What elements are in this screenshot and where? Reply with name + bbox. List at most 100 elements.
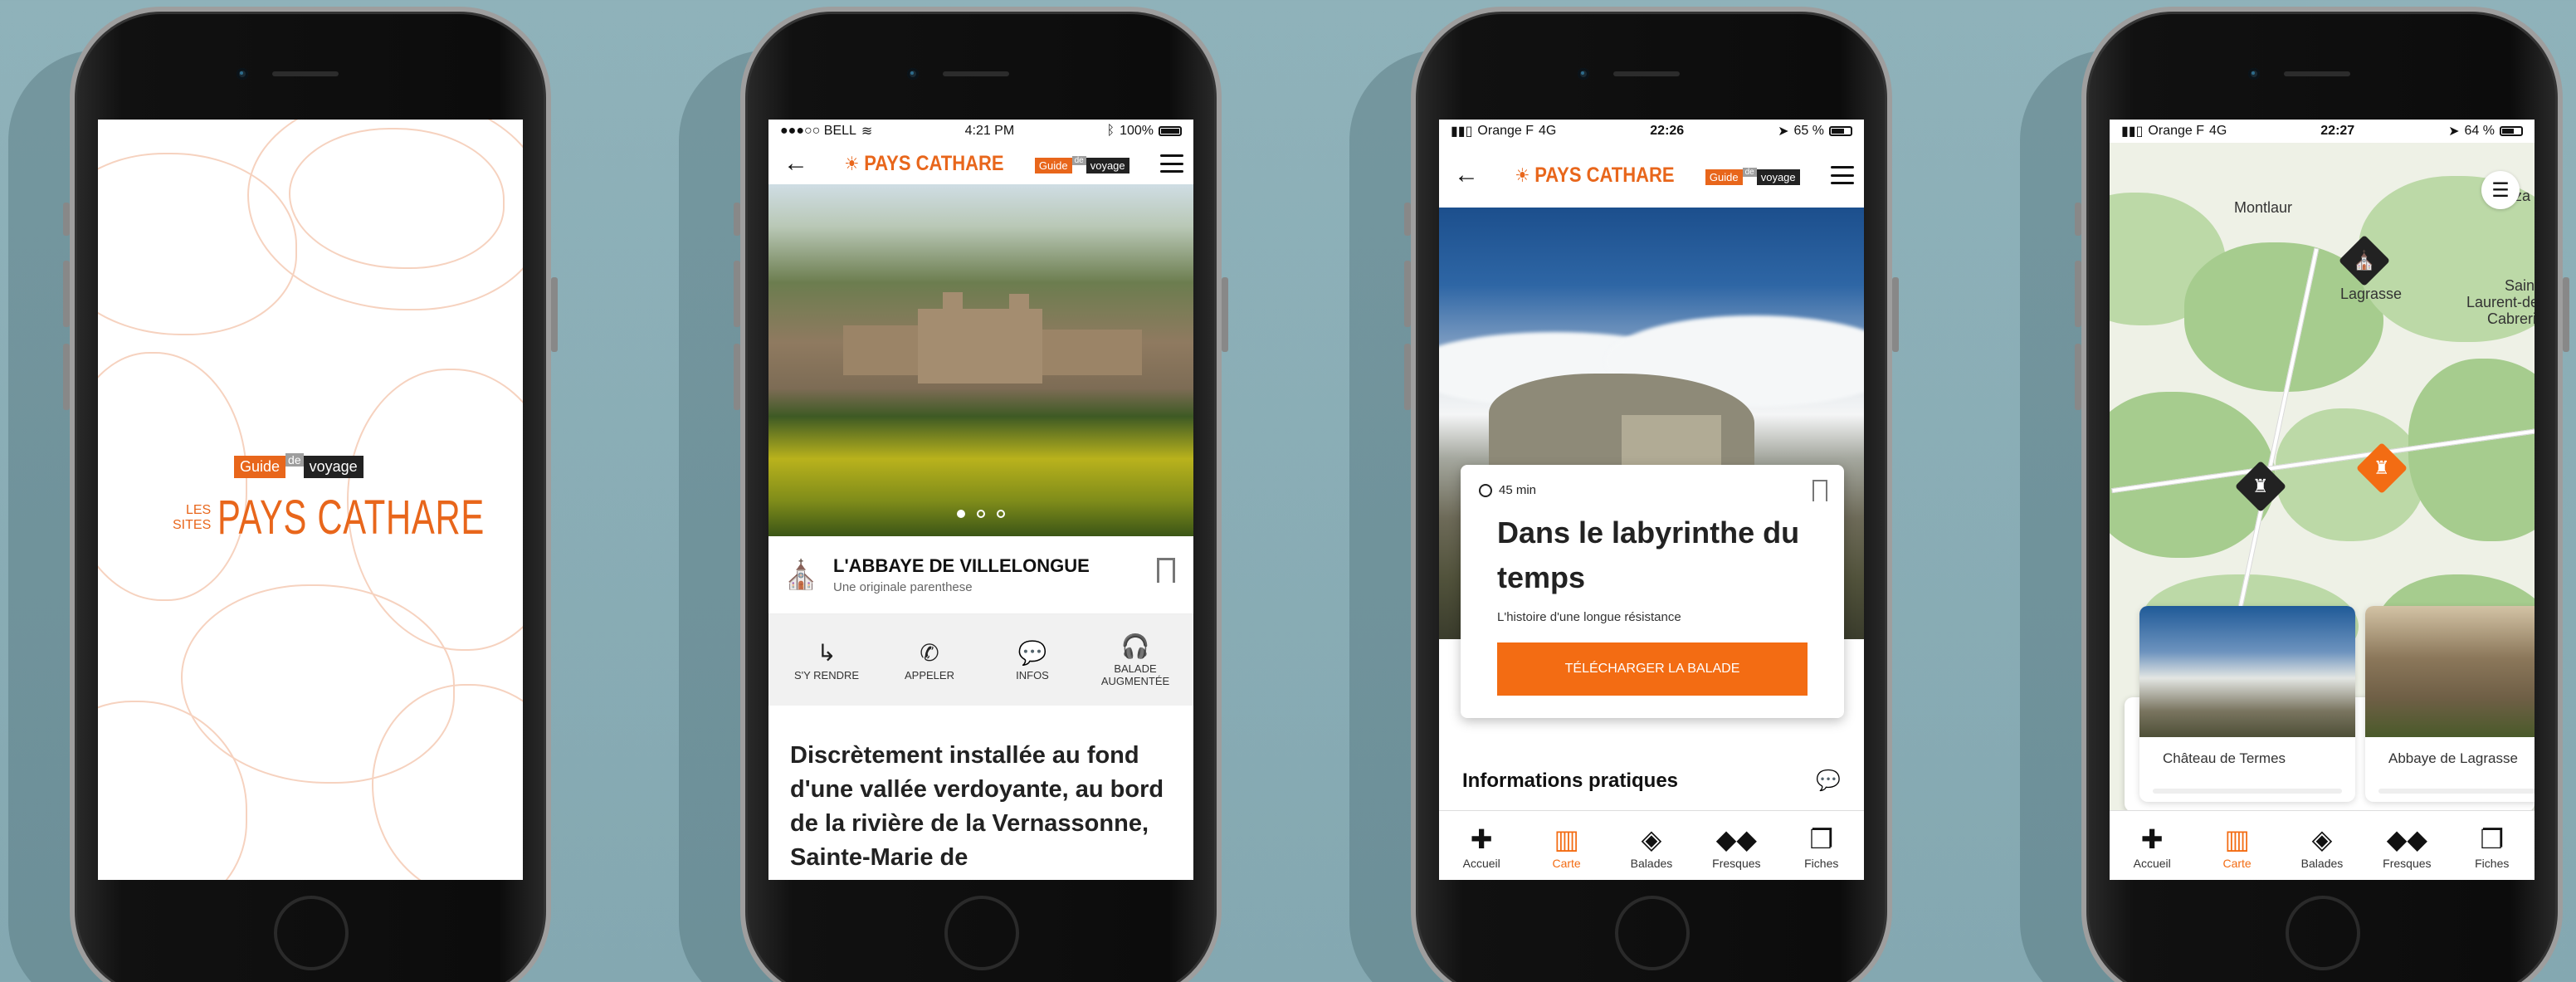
- walk-detail-screen: ▮▮▯ Orange F 4G 22:26 ➤ 65 % ← ☀ PAYS CA…: [1439, 120, 1864, 880]
- badge-voyage: voyage: [303, 456, 363, 478]
- tab-label: Accueil: [1462, 856, 1500, 870]
- article-text: Discrètement installée au fond d'une val…: [790, 742, 1164, 871]
- tab-carte[interactable]: ▥ Carte: [1530, 822, 1604, 870]
- badge-de: de: [1742, 168, 1757, 177]
- logo-sites: SITES: [173, 517, 212, 532]
- info-section-header: Informations pratiques 💬: [1462, 769, 1841, 793]
- cross-icon: ✚: [1470, 823, 1493, 854]
- status-bar: ●●●○○ BELL ≋ 4:21 PM ᛒ 100%: [768, 120, 1193, 143]
- tab-accueil[interactable]: ✚ Accueil: [2115, 822, 2189, 870]
- header-logo-title: PAYS CATHARE: [1534, 163, 1675, 187]
- network-label: 4G: [1539, 124, 1557, 138]
- home-button[interactable]: [944, 896, 1019, 970]
- tab-accueil[interactable]: ✚ Accueil: [1444, 822, 1519, 870]
- header-logo[interactable]: ☀ PAYS CATHARE: [1515, 163, 1674, 188]
- phone-icon: ✆: [920, 639, 939, 666]
- places-carousel[interactable]: Château de Termes Abbaye de Lagrasse: [2125, 606, 2535, 810]
- town-label: Lagrasse: [2340, 286, 2403, 302]
- wifi-icon: ≋: [861, 125, 873, 139]
- tab-balades[interactable]: ◈ Balades: [1614, 822, 1689, 870]
- bottom-tab-bar: ✚ Accueil ▥ Carte ◈ Balades ◆◆ Fresques ❐ Fic…: [1439, 810, 1864, 880]
- top-navbar: ← ☀ PAYS CATHARE Guide de voyage: [1439, 143, 1864, 208]
- brand-logo: Guide de voyage LES SITES PAYS CATHARE: [173, 452, 484, 545]
- abbey-icon: ⛪: [2353, 250, 2376, 271]
- action-call[interactable]: ✆ APPELER: [884, 639, 975, 682]
- carousel-dot[interactable]: [997, 510, 1005, 518]
- walk-icon: ◈: [2311, 823, 2333, 854]
- action-label: INFOS: [1016, 668, 1049, 682]
- badge-guide: Guide: [234, 456, 286, 478]
- fresco-icon: ◆◆: [2386, 823, 2427, 854]
- bottom-tab-bar: ✚ Accueil ▥ Carte ◈ Balades ◆◆ Fresques ❐ Fic…: [2110, 810, 2535, 880]
- battery-icon: [1829, 126, 1852, 136]
- place-card[interactable]: Abbaye de Lagrasse: [2365, 606, 2535, 802]
- town-label: Montlaur: [2234, 199, 2293, 216]
- home-button[interactable]: [274, 896, 349, 970]
- bluetooth-icon: ᛒ: [1106, 124, 1115, 138]
- speaker-grille: [943, 71, 1009, 76]
- directions-icon: ↳: [817, 639, 837, 666]
- sun-logo-icon: ☀: [844, 153, 860, 175]
- phone-walk-detail: ▮▮▯ Orange F 4G 22:26 ➤ 65 % ← ☀ PAYS CA…: [1404, 7, 1899, 982]
- phone-place-detail: ●●●○○ BELL ≋ 4:21 PM ᛒ 100% ← ☀ PAYS CAT…: [734, 7, 1228, 982]
- bookmark-icon[interactable]: [1812, 480, 1830, 505]
- sun-logo-icon: ☀: [1515, 164, 1530, 187]
- download-walk-button[interactable]: TÉLÉCHARGER LA BALADE: [1497, 642, 1808, 696]
- sheets-icon: ❐: [2480, 823, 2505, 854]
- tab-fresques[interactable]: ◆◆ Fresques: [1699, 822, 1773, 870]
- tab-carte[interactable]: ▥ Carte: [2200, 822, 2275, 870]
- action-info[interactable]: 💬 INFOS: [987, 639, 1078, 682]
- bookmark-icon[interactable]: [1157, 558, 1175, 586]
- battery-icon: [1159, 126, 1182, 136]
- menu-icon[interactable]: [1830, 166, 1854, 184]
- tab-balades[interactable]: ◈ Balades: [2285, 822, 2359, 870]
- info-bubble-icon: 💬: [1017, 639, 1047, 666]
- list-view-icon[interactable]: ☰: [2481, 171, 2520, 209]
- action-directions[interactable]: ↳ S'Y RENDRE: [781, 639, 872, 682]
- front-camera: [2248, 68, 2260, 80]
- tab-fiches[interactable]: ❐ Fiches: [1784, 822, 1859, 870]
- clock: 4:21 PM: [964, 124, 1015, 138]
- carrier-label: Orange F: [1477, 124, 1534, 138]
- place-detail-screen: ●●●○○ BELL ≋ 4:21 PM ᛒ 100% ← ☀ PAYS CAT…: [768, 120, 1193, 880]
- tab-label: Fiches: [1804, 856, 1839, 870]
- action-label: APPELER: [905, 668, 954, 682]
- carousel-dot[interactable]: [977, 510, 985, 518]
- location-icon: ➤: [1778, 125, 1789, 139]
- place-header: ⛪ L'ABBAYE DE VILLELONGUE Une originale …: [768, 536, 1193, 614]
- badge-guide: Guide: [1705, 169, 1743, 185]
- tab-fresques[interactable]: ◆◆ Fresques: [2369, 822, 2444, 870]
- logo-les: LES: [185, 502, 212, 517]
- info-bubble-icon[interactable]: 💬: [1816, 769, 1841, 793]
- back-arrow-icon[interactable]: ←: [1454, 161, 1484, 189]
- carrier-label: ●●●○○ BELL: [780, 124, 856, 138]
- map-screen: ▮▮▯ Orange F 4G 22:27 ➤ 64 % Montlaur La: [2110, 120, 2535, 880]
- header-logo[interactable]: ☀ PAYS CATHARE: [844, 151, 1003, 176]
- battery-percent: 100%: [1120, 124, 1154, 138]
- logo-title: PAYS CATHARE: [217, 491, 485, 545]
- place-card[interactable]: Château de Termes: [2139, 606, 2355, 802]
- tab-label: Fresques: [2383, 856, 2432, 870]
- guide-de-voyage-badge: Guide de voyage: [1705, 165, 1800, 185]
- carousel-dots[interactable]: [768, 510, 1193, 518]
- tab-label: Fresques: [1712, 856, 1761, 870]
- cross-icon: ✚: [2140, 823, 2164, 854]
- menu-icon[interactable]: [1159, 154, 1183, 173]
- status-bar: ▮▮▯ Orange F 4G 22:26 ➤ 65 %: [1439, 120, 1864, 143]
- tab-label: Carte: [1552, 856, 1581, 870]
- interactive-map[interactable]: Montlaur Lagrasse Saint- Laurent-de- Cab…: [2110, 143, 2535, 810]
- home-button[interactable]: [2286, 896, 2360, 970]
- guide-de-voyage-badge: Guide de voyage: [234, 452, 446, 478]
- home-button[interactable]: [1615, 896, 1690, 970]
- hero-photo-carousel[interactable]: [768, 184, 1193, 536]
- action-augmented-walk[interactable]: 🎧 BALADE AUGMENTÉE: [1090, 633, 1181, 687]
- back-arrow-icon[interactable]: ←: [783, 149, 813, 178]
- carousel-dot[interactable]: [957, 510, 965, 518]
- tab-label: Fiches: [2475, 856, 2510, 870]
- town-label: Saint- Laurent-de- Cabreris: [2466, 277, 2535, 327]
- walk-title: Dans le labyrinthe du temps: [1497, 515, 1800, 594]
- clock: 22:26: [1650, 124, 1685, 138]
- tab-fiches[interactable]: ❐ Fiches: [2455, 822, 2530, 870]
- map-icon: ▥: [2224, 823, 2250, 854]
- speaker-grille: [2284, 71, 2350, 76]
